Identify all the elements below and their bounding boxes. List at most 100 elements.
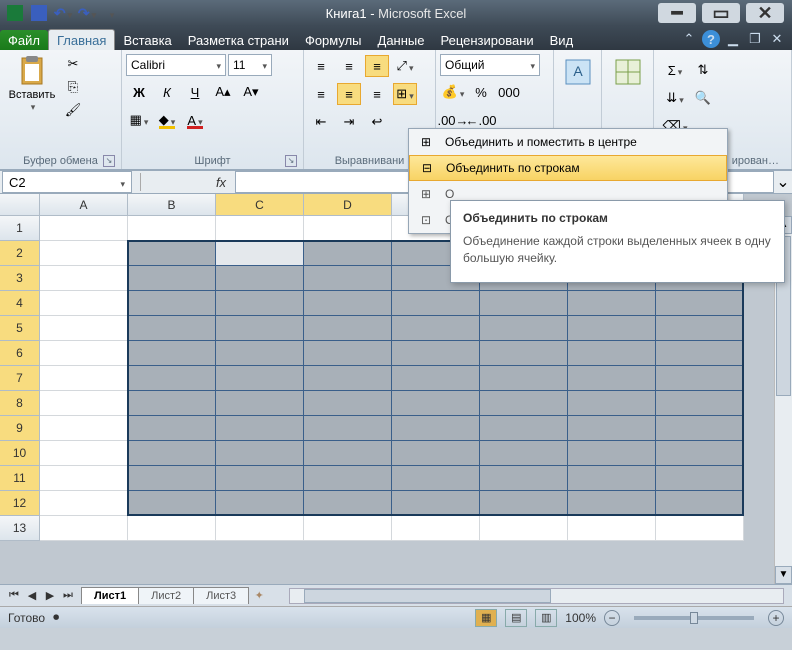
number-format-combo[interactable]: Общий <box>440 54 540 76</box>
cell[interactable] <box>392 466 480 491</box>
wrap-text-button[interactable]: ↩ <box>365 111 389 133</box>
help-icon[interactable]: ? <box>702 30 720 48</box>
find-button[interactable]: 🔍 <box>691 87 715 109</box>
col-head-B[interactable]: B <box>128 194 216 216</box>
sheet-prev-icon[interactable]: ◀ <box>24 589 40 602</box>
thousands-button[interactable]: 000 <box>497 81 521 103</box>
cell[interactable] <box>304 416 392 441</box>
bold-button[interactable]: Ж <box>127 81 151 103</box>
cell[interactable] <box>392 416 480 441</box>
tab-insert[interactable]: Вставка <box>115 30 179 50</box>
normal-view-button[interactable]: ▦ <box>475 609 497 627</box>
cell[interactable] <box>40 341 128 366</box>
excel-icon[interactable] <box>4 3 26 23</box>
cell[interactable] <box>40 516 128 541</box>
cell[interactable] <box>656 291 744 316</box>
row-head-8[interactable]: 8 <box>0 391 40 416</box>
styles-button[interactable]: A <box>564 58 592 91</box>
tab-layout[interactable]: Разметка страни <box>180 30 297 50</box>
scroll-down-button[interactable]: ▼ <box>775 566 792 584</box>
fx-button[interactable]: fx <box>207 175 235 190</box>
borders-button[interactable]: ▦ <box>127 109 151 131</box>
cell[interactable] <box>568 341 656 366</box>
cell[interactable] <box>128 366 216 391</box>
cell[interactable] <box>480 366 568 391</box>
merge-across-item[interactable]: ⊟ Объединить по строкам <box>409 155 727 181</box>
cell[interactable] <box>216 391 304 416</box>
cell[interactable] <box>40 466 128 491</box>
new-sheet-button[interactable]: ✦ <box>249 589 269 602</box>
cell[interactable] <box>216 441 304 466</box>
row-head-3[interactable]: 3 <box>0 266 40 291</box>
cell[interactable] <box>304 391 392 416</box>
align-bottom-button[interactable]: ≡ <box>365 55 389 77</box>
orientation-button[interactable]: ⤢ <box>393 55 417 77</box>
cell[interactable] <box>304 341 392 366</box>
cell[interactable] <box>480 316 568 341</box>
cell[interactable] <box>216 466 304 491</box>
cell[interactable] <box>40 441 128 466</box>
cell[interactable] <box>40 216 128 241</box>
col-head-D[interactable]: D <box>304 194 392 216</box>
cell[interactable] <box>40 491 128 516</box>
cell[interactable] <box>392 316 480 341</box>
cell[interactable] <box>216 516 304 541</box>
cell[interactable] <box>216 491 304 516</box>
cell[interactable] <box>304 441 392 466</box>
cell[interactable] <box>128 516 216 541</box>
cell[interactable] <box>128 291 216 316</box>
cell[interactable] <box>568 466 656 491</box>
align-left-button[interactable]: ≡ <box>309 83 333 105</box>
cell[interactable] <box>40 366 128 391</box>
page-layout-view-button[interactable]: ▤ <box>505 609 527 627</box>
font-size-combo[interactable]: 11 <box>228 54 272 76</box>
cell[interactable] <box>304 466 392 491</box>
page-break-view-button[interactable]: ▥ <box>535 609 557 627</box>
cell[interactable] <box>40 391 128 416</box>
tab-view[interactable]: Вид <box>542 30 582 50</box>
maximize-button[interactable]: ▭ <box>702 3 740 23</box>
zoom-slider[interactable] <box>634 616 754 620</box>
undo-button[interactable]: ↶ <box>52 3 74 23</box>
cell[interactable] <box>304 491 392 516</box>
row-head-1[interactable]: 1 <box>0 216 40 241</box>
underline-button[interactable]: Ч <box>183 81 207 103</box>
row-head-10[interactable]: 10 <box>0 441 40 466</box>
font-expander-icon[interactable]: ↘ <box>285 155 297 167</box>
row-head-7[interactable]: 7 <box>0 366 40 391</box>
cell[interactable] <box>304 291 392 316</box>
currency-button[interactable]: 💰 <box>441 81 465 103</box>
formula-expand-icon[interactable]: ⌄ <box>774 172 792 192</box>
row-head-5[interactable]: 5 <box>0 316 40 341</box>
qat-customize-icon[interactable] <box>100 3 122 23</box>
cell[interactable] <box>480 466 568 491</box>
cell[interactable] <box>656 391 744 416</box>
cell[interactable] <box>568 366 656 391</box>
cell[interactable] <box>480 491 568 516</box>
name-box[interactable]: C2 <box>2 171 132 193</box>
cell[interactable] <box>392 291 480 316</box>
sheet-tab-3[interactable]: Лист3 <box>193 587 249 604</box>
cell[interactable] <box>304 266 392 291</box>
row-head-2[interactable]: 2 <box>0 241 40 266</box>
cell[interactable] <box>392 516 480 541</box>
cell[interactable] <box>216 316 304 341</box>
workbook-close-icon[interactable]: ✕ <box>768 30 786 48</box>
tab-formulas[interactable]: Формулы <box>297 30 370 50</box>
align-top-button[interactable]: ≡ <box>309 55 333 77</box>
font-name-combo[interactable]: Calibri <box>126 54 226 76</box>
cell[interactable] <box>568 316 656 341</box>
fill-button[interactable]: ⇊ <box>663 87 687 109</box>
cell[interactable] <box>568 391 656 416</box>
cell[interactable] <box>216 216 304 241</box>
row-head-6[interactable]: 6 <box>0 341 40 366</box>
autosum-button[interactable]: Σ <box>663 59 687 81</box>
align-right-button[interactable]: ≡ <box>365 83 389 105</box>
cell[interactable] <box>304 316 392 341</box>
row-head-4[interactable]: 4 <box>0 291 40 316</box>
save-button[interactable] <box>28 3 50 23</box>
cell[interactable] <box>480 516 568 541</box>
copy-button[interactable]: ⎘ <box>61 76 85 98</box>
tab-review[interactable]: Рецензировани <box>432 30 541 50</box>
merge-button[interactable]: ⊞ <box>393 83 417 105</box>
